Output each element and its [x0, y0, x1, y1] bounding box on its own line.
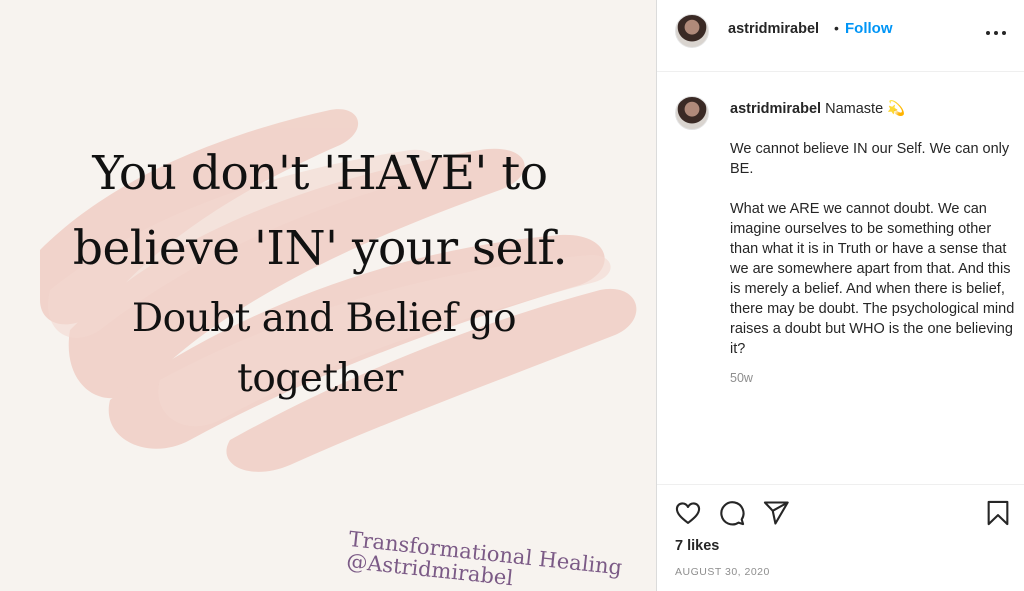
quote-line: believe 'IN' your self. [72, 221, 568, 276]
caption-paragraph: What we ARE we cannot doubt. We can imag… [730, 201, 1019, 357]
caption-block: astridmirabel Namaste 💫 We cannot believ… [657, 72, 1024, 484]
post-sidebar: astridmirabel • Follow astridmirabel Nam… [656, 0, 1024, 591]
likes-count[interactable]: 7 likes [675, 538, 719, 554]
caption-title: Namaste 💫 [825, 101, 906, 117]
post-time-ago[interactable]: 50w [730, 371, 753, 385]
share-icon[interactable] [762, 499, 790, 527]
heart-icon[interactable] [674, 499, 702, 527]
quote-line: Doubt and Belief go [131, 296, 517, 341]
post-date: AUGUST 30, 2020 [675, 566, 770, 578]
comment-icon[interactable] [718, 499, 746, 527]
separator-dot: • [834, 20, 839, 36]
avatar[interactable] [675, 96, 709, 130]
caption-paragraph: We cannot believe IN our Self. We can on… [730, 141, 1014, 177]
avatar[interactable] [675, 14, 709, 48]
more-options-icon[interactable] [984, 20, 1008, 44]
follow-button[interactable]: Follow [845, 20, 893, 37]
username-link[interactable]: astridmirabel [728, 21, 819, 37]
caption-username[interactable]: astridmirabel [730, 101, 821, 117]
action-bar: 7 likes AUGUST 30, 2020 [657, 484, 1024, 591]
post-header: astridmirabel • Follow [657, 0, 1024, 72]
post-image[interactable]: You don't 'HAVE' to believe 'IN' your se… [0, 0, 656, 591]
quote-line: together [237, 356, 403, 401]
bookmark-icon[interactable] [984, 499, 1012, 527]
caption-text: astridmirabel Namaste 💫 We cannot believ… [730, 99, 1018, 379]
quote-line: You don't 'HAVE' to [92, 146, 548, 201]
